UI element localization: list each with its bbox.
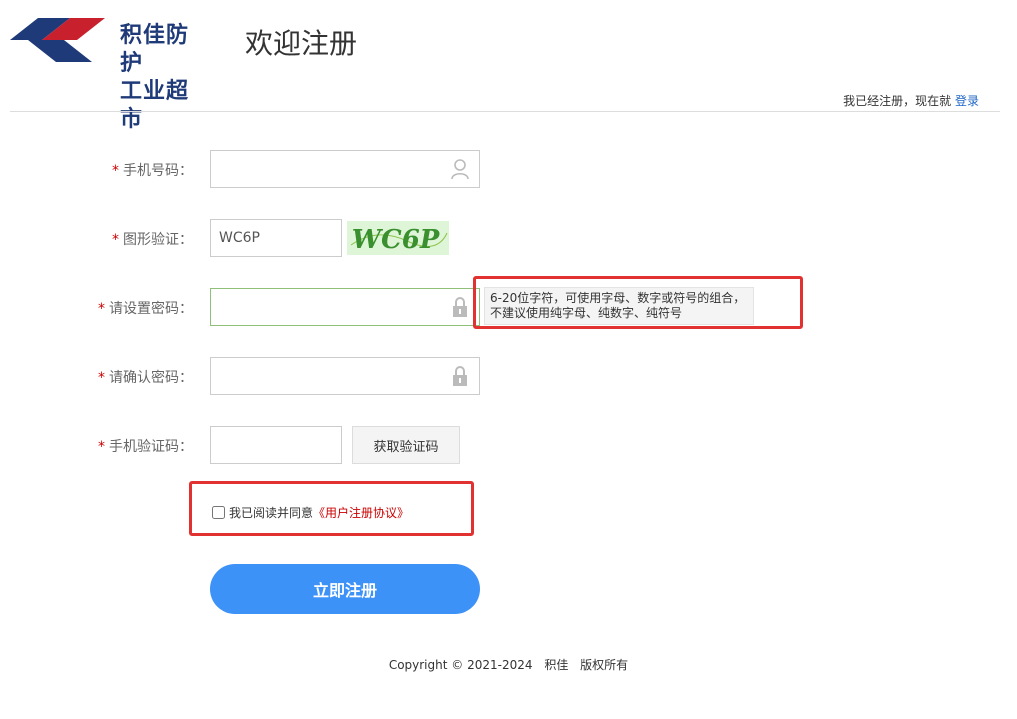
header-divider — [10, 111, 1000, 112]
confirm-label: * 请确认密码： — [98, 370, 193, 386]
phone-input[interactable] — [210, 150, 480, 188]
logo-line-2: 工业超市 — [120, 79, 190, 132]
footer: Copyright © 2021-2024 积佳 版权所有 — [0, 656, 1017, 673]
lock-icon — [453, 297, 467, 317]
logo-line-1: 积佳防护 — [120, 23, 190, 76]
logo-text: 积佳防护 工业超市 — [120, 22, 210, 134]
sms-row: * 手机验证码： 获取验证码 — [0, 426, 1017, 464]
captcha-input[interactable] — [210, 219, 342, 257]
captcha-graphic: WC6P — [348, 224, 448, 255]
login-hint: 我已经注册，现在就 登录 — [843, 92, 979, 109]
logo[interactable]: 积佳防护 工业超市 — [10, 10, 210, 132]
copyright-text: Copyright © 2021-2024 — [388, 658, 533, 672]
captcha-row: * 图形验证： WC6P — [0, 219, 1017, 257]
required-star: * — [98, 301, 105, 317]
register-button[interactable]: 立即注册 — [210, 564, 480, 614]
header: 积佳防护 工业超市 欢迎注册 我已经注册，现在就 登录 — [0, 0, 1017, 132]
required-star: * — [112, 232, 119, 248]
phone-label: * 手机号码： — [112, 163, 193, 179]
lock-icon — [453, 366, 467, 386]
captcha-label: * 图形验证： — [112, 232, 193, 248]
required-star: * — [98, 439, 105, 455]
login-link[interactable]: 登录 — [955, 94, 979, 108]
logo-mark-icon — [10, 18, 105, 62]
captcha-text: WC6P — [348, 224, 442, 255]
get-sms-code-button[interactable]: 获取验证码 — [352, 426, 460, 464]
sms-code-input[interactable] — [210, 426, 342, 464]
required-star: * — [98, 370, 105, 386]
login-prompt: 我已经注册，现在就 — [843, 94, 952, 108]
required-star: * — [112, 163, 119, 179]
page-title: 欢迎注册 — [245, 27, 358, 60]
phone-row: * 手机号码： — [0, 150, 1017, 188]
captcha-image[interactable]: WC6P — [347, 221, 449, 255]
user-icon — [451, 159, 469, 180]
password-input[interactable] — [210, 288, 480, 326]
confirm-password-input[interactable] — [210, 357, 480, 395]
password-label: * 请设置密码： — [98, 301, 193, 317]
highlight-box-agreement — [189, 481, 474, 536]
company-name: 积佳 — [544, 658, 569, 672]
sms-label: * 手机验证码： — [98, 439, 193, 455]
confirm-row: * 请确认密码： — [0, 357, 1017, 395]
rights-text: 版权所有 — [580, 658, 629, 672]
highlight-box-password-tip — [473, 276, 803, 329]
